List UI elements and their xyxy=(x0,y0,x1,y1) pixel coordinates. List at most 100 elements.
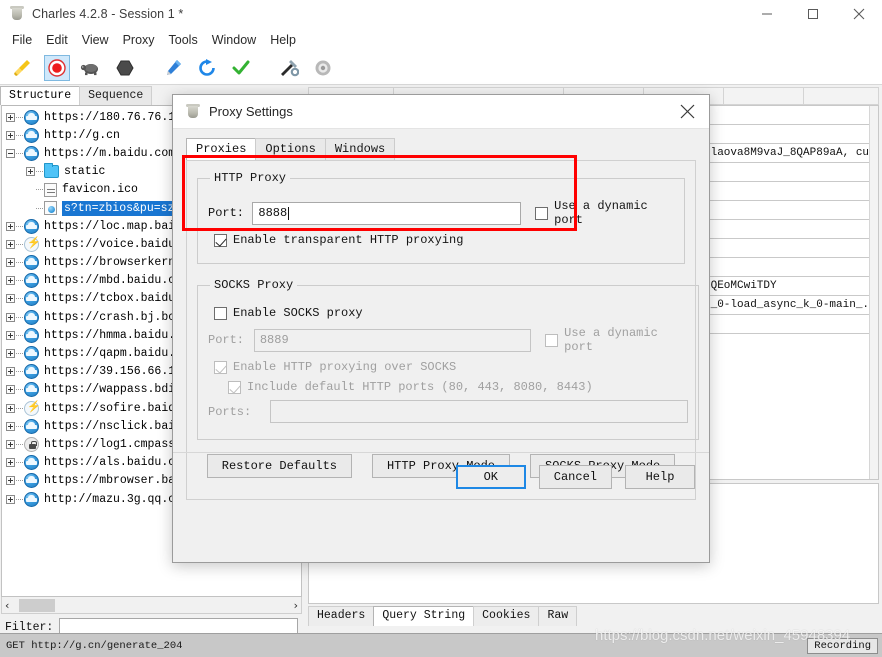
tree-item-label: http://mazu.3g.qq.com xyxy=(44,492,189,506)
scroll-left-icon[interactable]: ‹ xyxy=(2,599,12,612)
expand-icon[interactable] xyxy=(6,221,15,231)
expand-icon[interactable] xyxy=(6,239,15,249)
minimize-icon[interactable] xyxy=(744,0,790,28)
tree-connector xyxy=(16,280,23,282)
collapse-icon[interactable] xyxy=(6,148,15,158)
transparent-proxy-row: Enable transparent HTTP proxying xyxy=(214,233,674,247)
window-controls xyxy=(744,0,882,28)
tab-cookies[interactable]: Cookies xyxy=(473,606,540,626)
expand-icon[interactable] xyxy=(6,349,15,359)
expand-icon[interactable] xyxy=(6,476,15,486)
socks-dynamic-port-checkbox[interactable] xyxy=(545,333,559,347)
cancel-button[interactable]: Cancel xyxy=(538,464,612,489)
repeat-icon[interactable] xyxy=(194,55,220,81)
expand-icon[interactable] xyxy=(26,167,35,177)
tab-headers[interactable]: Headers xyxy=(308,606,375,626)
tab-sequence[interactable]: Sequence xyxy=(79,86,153,105)
record-icon[interactable] xyxy=(44,54,70,81)
tab-raw[interactable]: Raw xyxy=(538,606,578,626)
scrollbar-thumb[interactable] xyxy=(19,599,55,612)
menu-item-help[interactable]: Help xyxy=(263,31,303,49)
close-icon[interactable] xyxy=(665,95,709,129)
menu-item-edit[interactable]: Edit xyxy=(39,31,75,49)
tab-query-string[interactable]: Query String xyxy=(373,606,475,626)
expand-icon[interactable] xyxy=(6,421,15,431)
globe-icon xyxy=(24,327,39,343)
http-port-value: 8888 xyxy=(258,206,288,220)
document-icon xyxy=(44,182,57,197)
tree-connector xyxy=(16,480,23,482)
column-header-6[interactable] xyxy=(804,88,878,104)
throttle-turtle-icon[interactable] xyxy=(78,55,104,81)
menu-item-window[interactable]: Window xyxy=(205,31,263,49)
expand-icon[interactable] xyxy=(6,439,15,449)
expand-icon[interactable] xyxy=(6,258,15,268)
help-button[interactable]: Help xyxy=(625,464,695,489)
tab-options[interactable]: Options xyxy=(255,138,326,160)
expand-icon[interactable] xyxy=(6,330,15,340)
default-http-ports-checkbox[interactable] xyxy=(228,380,241,394)
enable-socks-checkbox[interactable] xyxy=(214,306,227,320)
expand-icon[interactable] xyxy=(6,276,15,286)
expand-icon[interactable] xyxy=(6,367,15,377)
expand-icon[interactable] xyxy=(6,458,15,468)
menu-item-tools[interactable]: Tools xyxy=(162,31,205,49)
dialog-tabstrip: Proxies Options Windows xyxy=(186,138,709,160)
transparent-proxy-checkbox[interactable] xyxy=(214,233,227,247)
lightning-icon xyxy=(24,236,41,252)
expand-icon[interactable] xyxy=(6,294,15,304)
compose-pen-icon[interactable] xyxy=(160,55,186,81)
expand-icon[interactable] xyxy=(6,130,15,140)
status-badge: Recording xyxy=(807,637,878,654)
menu-item-proxy[interactable]: Proxy xyxy=(116,31,162,49)
folder-icon xyxy=(44,163,59,179)
http-dynamic-port-checkbox[interactable] xyxy=(535,206,549,220)
http-over-socks-row: Enable HTTP proxying over SOCKS xyxy=(214,360,688,374)
tab-structure[interactable]: Structure xyxy=(0,86,81,105)
status-bar: GET http://g.cn/generate_204 Recording xyxy=(0,633,882,657)
http-port-row: Port: 8888 Use a dynamic port xyxy=(208,199,674,227)
table-vertical-scrollbar[interactable] xyxy=(869,106,878,479)
tree-connector xyxy=(16,262,23,264)
clear-broom-icon[interactable] xyxy=(10,55,36,81)
status-text: GET http://g.cn/generate_204 xyxy=(6,639,183,652)
scroll-right-icon[interactable]: › xyxy=(291,599,301,612)
validate-check-icon[interactable] xyxy=(228,55,254,81)
http-over-socks-checkbox[interactable] xyxy=(214,360,227,374)
tree-item-label: http://g.cn xyxy=(44,128,120,142)
column-header-5[interactable] xyxy=(724,88,804,104)
socks-ports-input[interactable] xyxy=(270,400,688,423)
settings-gear-icon[interactable] xyxy=(310,55,336,81)
default-http-ports-label: Include default HTTP ports (80, 443, 808… xyxy=(247,380,593,394)
table-cell: bQEoMCwiTDY xyxy=(704,280,777,292)
tree-horizontal-scrollbar[interactable]: ‹ › xyxy=(1,597,302,614)
title-bar: Charles 4.2.8 - Session 1 * xyxy=(0,0,882,28)
tab-proxies[interactable]: Proxies xyxy=(186,138,257,160)
table-cell: s_0-load_async_k_0-main_... xyxy=(704,299,879,311)
maximize-icon[interactable] xyxy=(790,0,836,28)
tree-connector xyxy=(36,207,43,209)
expand-icon[interactable] xyxy=(6,385,15,395)
dialog-title: Proxy Settings xyxy=(209,104,293,119)
expand-icon[interactable] xyxy=(6,494,15,504)
tree-item-label: https://39.156.66.178 xyxy=(44,365,189,379)
expand-icon[interactable] xyxy=(6,312,15,322)
expand-icon[interactable] xyxy=(6,403,15,413)
ok-button[interactable]: OK xyxy=(455,464,526,489)
tools-icon[interactable] xyxy=(276,55,302,81)
tree-connector xyxy=(16,152,23,154)
socks-port-input[interactable]: 8889 xyxy=(253,328,532,352)
menu-item-view[interactable]: View xyxy=(75,31,116,49)
breakpoints-icon[interactable] xyxy=(112,55,138,81)
http-port-input[interactable]: 8888 xyxy=(252,201,522,225)
tree-connector xyxy=(16,225,23,227)
tree-item-label: https://180.76.76.112 xyxy=(44,110,189,124)
table-cell: 8laova8M9vaJ_8QAP89aA, cu... xyxy=(704,147,879,159)
menu-item-file[interactable]: File xyxy=(5,31,39,49)
expand-icon[interactable] xyxy=(6,112,15,122)
toolbar xyxy=(0,51,882,85)
close-icon[interactable] xyxy=(836,0,882,28)
tab-windows[interactable]: Windows xyxy=(324,138,396,160)
tree-item-label: s?tn=zbios&pu=sz%4 xyxy=(62,200,191,216)
tree-item-label: favicon.ico xyxy=(62,183,138,197)
